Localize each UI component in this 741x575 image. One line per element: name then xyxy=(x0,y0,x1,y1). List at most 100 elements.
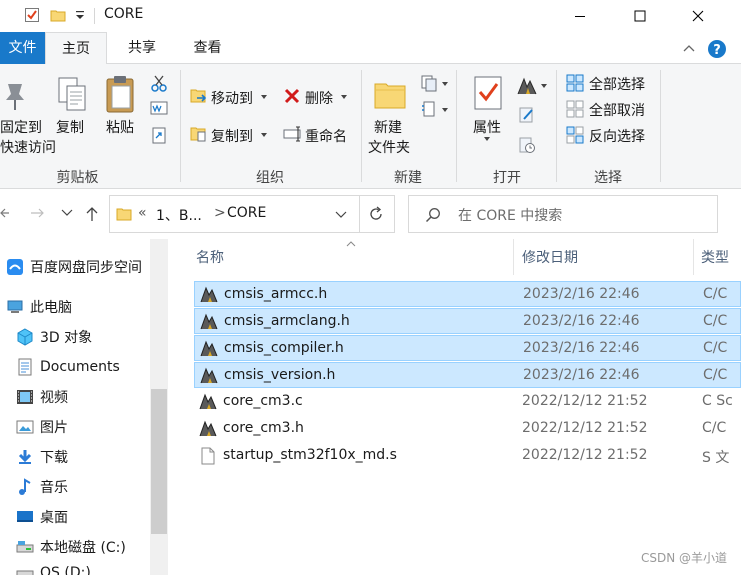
help-icon[interactable]: ? xyxy=(707,39,727,59)
file-date: 2023/2/16 22:46 xyxy=(523,313,640,329)
new-folder-label-line2[interactable]: 文件夹 xyxy=(368,137,410,157)
column-header-type[interactable]: 类型 xyxy=(701,247,729,267)
new-folder-quick-access-icon[interactable] xyxy=(50,7,66,23)
column-header-date[interactable]: 修改日期 xyxy=(522,247,578,267)
copy-to-icon[interactable] xyxy=(190,124,208,144)
new-item-icon[interactable] xyxy=(420,74,440,92)
file-type: C/C xyxy=(702,420,727,436)
edit-icon[interactable] xyxy=(518,106,536,124)
new-folder-label-line1[interactable]: 新建 xyxy=(374,117,402,137)
invert-selection-icon[interactable] xyxy=(566,126,584,144)
pictures-icon xyxy=(16,418,34,436)
file-row[interactable]: core_cm3.h 2022/12/12 21:52 C/C xyxy=(194,416,741,442)
tab-file[interactable]: 文件 xyxy=(0,32,45,64)
open-with-keil-icon[interactable] xyxy=(516,76,538,96)
maximize-button[interactable] xyxy=(617,0,663,32)
customize-quick-access-icon[interactable] xyxy=(72,7,88,23)
file-row[interactable]: cmsis_armcc.h 2023/2/16 22:46 C/C xyxy=(194,281,741,307)
watermark: CSDN @羊小道 xyxy=(640,551,727,565)
nav-item-videos[interactable]: 视频 xyxy=(0,383,150,411)
window-title: CORE xyxy=(104,6,144,22)
file-date: 2023/2/16 22:46 xyxy=(523,340,640,356)
search-box[interactable]: 在 CORE 中搜索 xyxy=(408,195,718,233)
paste-icon[interactable] xyxy=(104,74,138,114)
file-row[interactable]: cmsis_armclang.h 2023/2/16 22:46 C/C xyxy=(194,308,741,334)
select-all-button[interactable]: 全部选择 xyxy=(589,74,645,94)
invert-selection-button[interactable]: 反向选择 xyxy=(589,126,645,146)
back-icon[interactable] xyxy=(0,207,10,219)
pin-label-line2[interactable]: 快速访问 xyxy=(0,137,56,157)
pin-label-line1[interactable]: 固定到 xyxy=(0,117,42,137)
paste-shortcut-icon[interactable] xyxy=(150,126,168,144)
nav-item-label: 此电脑 xyxy=(30,300,72,316)
keil-file-icon xyxy=(200,286,218,303)
cut-icon[interactable] xyxy=(150,74,168,92)
address-bar[interactable]: « 1、B... > CORE xyxy=(109,195,395,233)
this-pc-icon xyxy=(6,298,24,316)
clipboard-group-label: 剪贴板 xyxy=(56,170,99,186)
delete-icon[interactable] xyxy=(283,87,301,105)
copy-button[interactable]: 复制 xyxy=(56,117,84,137)
column-header-name[interactable]: 名称 xyxy=(196,247,224,267)
forward-icon[interactable] xyxy=(30,207,44,219)
history-icon[interactable] xyxy=(518,136,536,154)
nav-item-pictures[interactable]: 图片 xyxy=(0,413,150,441)
new-folder-icon[interactable] xyxy=(373,74,407,112)
easy-access-icon[interactable] xyxy=(420,100,440,118)
select-none-button[interactable]: 全部取消 xyxy=(589,100,645,120)
select-all-icon[interactable] xyxy=(566,74,584,92)
copy-to-button[interactable]: 复制到 xyxy=(211,126,253,146)
tab-share[interactable]: 共享 xyxy=(112,32,172,64)
nav-item-music[interactable]: 音乐 xyxy=(0,473,150,501)
nav-item-3d-objects[interactable]: 3D 对象 xyxy=(0,323,150,351)
move-to-button[interactable]: 移动到 xyxy=(211,88,253,108)
move-to-icon[interactable] xyxy=(190,86,208,106)
select-none-icon[interactable] xyxy=(566,100,584,118)
nav-item-this-pc[interactable]: 此电脑 xyxy=(0,293,150,321)
file-name: cmsis_compiler.h xyxy=(224,340,344,356)
delete-button[interactable]: 删除 xyxy=(305,88,333,108)
rename-button[interactable]: 重命名 xyxy=(305,126,347,146)
pin-icon[interactable] xyxy=(0,78,30,112)
close-icon xyxy=(692,10,704,22)
up-icon[interactable] xyxy=(85,206,99,222)
breadcrumb-overflow[interactable]: « xyxy=(138,205,147,221)
copy-icon[interactable] xyxy=(56,76,88,112)
file-row[interactable]: core_cm3.c 2022/12/12 21:52 C Sc xyxy=(194,389,741,415)
refresh-icon[interactable] xyxy=(368,206,384,222)
address-dropdown-icon[interactable] xyxy=(335,211,347,219)
keil-file-icon xyxy=(200,313,218,330)
file-row[interactable]: cmsis_version.h 2023/2/16 22:46 C/C xyxy=(194,362,741,388)
nav-item-desktop[interactable]: 桌面 xyxy=(0,503,150,531)
file-row[interactable]: cmsis_compiler.h 2023/2/16 22:46 C/C xyxy=(194,335,741,361)
nav-item-baidu-netdisk[interactable]: 百度网盘同步空间 xyxy=(0,253,150,281)
nav-item-drive-c[interactable]: 本地磁盘 (C:) xyxy=(0,533,150,561)
copy-path-icon[interactable] xyxy=(150,100,168,116)
collapse-ribbon-icon[interactable] xyxy=(683,43,695,53)
nav-item-documents[interactable]: Documents xyxy=(0,353,150,381)
breadcrumb-separator[interactable]: > xyxy=(214,205,226,221)
tab-home[interactable]: 主页 xyxy=(45,32,107,65)
organize-group-label: 组织 xyxy=(256,170,284,186)
nav-item-drive-d[interactable]: OS (D:) xyxy=(0,563,150,575)
svg-text:?: ? xyxy=(713,43,721,58)
properties-button[interactable]: 属性 xyxy=(473,117,501,137)
blank-file-icon xyxy=(201,447,215,465)
nav-item-label: 视频 xyxy=(40,390,68,406)
breadcrumb-current[interactable]: CORE xyxy=(227,205,266,221)
recent-locations-icon[interactable] xyxy=(61,209,73,217)
breadcrumb-parent[interactable]: 1、B... xyxy=(156,205,202,225)
rename-icon[interactable] xyxy=(283,126,303,142)
properties-icon[interactable] xyxy=(472,74,504,112)
ribbon: 固定到 快速访问 复制 粘贴 剪贴板 移动到 删除 复制到 重命名 组织 新建 … xyxy=(0,64,741,189)
minimize-button[interactable] xyxy=(557,0,603,32)
tab-view[interactable]: 查看 xyxy=(180,32,235,64)
nav-item-downloads[interactable]: 下载 xyxy=(0,443,150,471)
paste-button[interactable]: 粘贴 xyxy=(106,117,134,137)
nav-item-label: 音乐 xyxy=(40,480,68,496)
close-button[interactable] xyxy=(675,0,721,32)
search-icon xyxy=(425,208,440,223)
nav-scrollbar-thumb[interactable] xyxy=(151,389,167,534)
file-row[interactable]: startup_stm32f10x_md.s 2022/12/12 21:52 S … xyxy=(194,443,741,469)
properties-quick-access-icon[interactable] xyxy=(24,7,40,23)
